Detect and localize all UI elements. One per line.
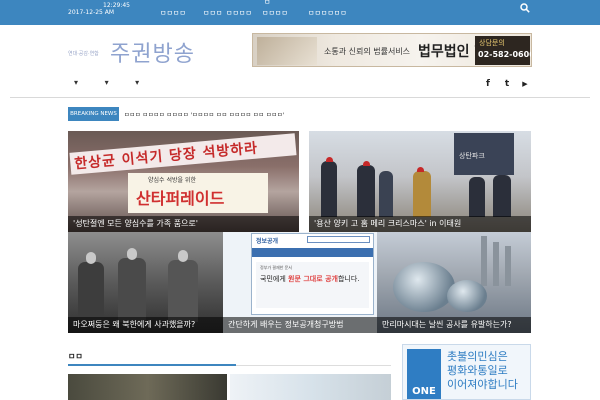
site-search-box	[307, 236, 370, 243]
ad-consult-label: 상담문의	[479, 39, 505, 47]
screenshot-window: 정보공개 정부가 결재한 문서 국민에게 원문 그대로 공개합니다.	[251, 233, 374, 315]
top-nav-item-5[interactable]: ㅁ	[264, 0, 270, 7]
one-badge: ONE	[407, 385, 441, 399]
news-tile-caption[interactable]: '용산 양키 고 홈 메리 크리스마스' in 이태원	[309, 216, 531, 232]
historic-figure	[168, 260, 198, 322]
site-menu-bar	[252, 248, 373, 257]
slogan-line-2: 평화와통일로	[447, 364, 508, 377]
store-sign: 상탄파크	[459, 152, 485, 160]
info-pane: 정부가 결재한 문서 국민에게 원문 그대로 공개합니다.	[256, 262, 369, 308]
news-tile-caption[interactable]: 마오쩌둥은 왜 북한에게 사과했을까?	[68, 317, 223, 333]
facebook-icon[interactable]: f	[483, 79, 493, 89]
news-tile-caption[interactable]: 간단하게 배우는 정보공개청구방법	[223, 317, 377, 333]
ad-contact-box: 상담문의 02-582-0606	[475, 36, 532, 65]
news-tile-caption[interactable]: 만리마시대는 날씬 공사를 유발하는가?	[377, 317, 531, 333]
site-name: 정보공개	[256, 238, 279, 245]
santa-hat	[363, 161, 370, 166]
pane-headline: 국민에게 원문 그대로 공개합니다.	[260, 275, 360, 283]
search-icon[interactable]	[520, 3, 530, 13]
main-nav: ▾ ▾ ▾	[74, 78, 151, 87]
twitter-icon[interactable]: t	[502, 79, 512, 89]
news-tile-3[interactable]: 마오쩌둥은 왜 북한에게 사과했을까?	[68, 232, 223, 333]
tower-building	[493, 242, 499, 286]
section-underline	[68, 364, 236, 366]
top-nav-item-3[interactable]: ㅁㅁㅁㅁ	[226, 9, 252, 18]
news-tile-caption[interactable]: '성탄절엔 모든 양심수를 가족 품으로'	[68, 216, 299, 232]
protester-figure	[379, 171, 393, 217]
historic-figure	[118, 258, 146, 322]
protester-figure	[413, 171, 431, 217]
face	[127, 248, 137, 260]
slogan-line-3: 이어져야합니다	[447, 378, 518, 391]
slogan-line-1: 촛불의민심은	[447, 350, 508, 363]
top-nav-item-1[interactable]: ㅁㅁㅁㅁ	[160, 9, 186, 18]
protester-figure	[321, 161, 337, 217]
header-divider	[10, 97, 590, 98]
clock-date: 2017-12-25 AM	[68, 9, 115, 16]
nav-dropdown-1[interactable]: ▾	[74, 78, 90, 87]
protest-banner: 한상균 이석기 당장 석방하라	[69, 133, 297, 175]
section-divider	[236, 365, 391, 366]
news-tile-1[interactable]: 한상균 이석기 당장 석방하라 양심수 석방을 위한 산타퍼레이드 '성탄절엔 …	[68, 131, 299, 232]
nav-dropdown-2[interactable]: ▾	[105, 78, 121, 87]
top-nav-item-2[interactable]: ㅁㅁㅁ	[203, 9, 222, 18]
section-title: ㅁㅁ	[68, 352, 83, 361]
protester-figure	[469, 177, 485, 217]
dome-building	[447, 280, 487, 312]
nav-dropdown-3[interactable]: ▾	[135, 78, 151, 87]
ad-image	[257, 37, 317, 65]
clock: 12:29:45 2017-12-25 AM	[68, 2, 130, 16]
article-thumbnail-1[interactable]	[68, 374, 227, 400]
top-nav-item-6[interactable]: ㅁㅁㅁㅁㅁㅁ	[308, 9, 347, 18]
youtube-icon[interactable]: ▶	[520, 79, 530, 89]
ad-tagline: 소통과 신뢰의 법률서비스	[324, 47, 411, 56]
tower-building	[481, 236, 487, 286]
breaking-news-text[interactable]: ㅁㅁㅁ ㅁㅁㅁㅁ ㅁㅁㅁㅁ 'ㅁㅁㅁㅁ ㅁㅁ ㅁㅁㅁㅁ ㅁㅁ ㅁㅁㅁ'	[124, 110, 284, 119]
pane-subtitle: 정부가 결재한 문서	[260, 265, 292, 270]
face	[86, 252, 96, 264]
clock-time: 12:29:45	[103, 2, 130, 9]
protester-figure	[357, 165, 375, 217]
logo-title: 주권방송	[110, 42, 195, 67]
parade-banner-main: 산타퍼레이드	[136, 189, 225, 208]
news-tile-2[interactable]: 상탄파크 '용산 양키 고 홈 메리 크리스마스' in 이태원	[309, 131, 531, 232]
top-bar: 12:29:45 2017-12-25 AM ㅁㅁㅁㅁ ㅁㅁㅁ ㅁㅁㅁㅁ ㅁㅁㅁ…	[0, 0, 600, 25]
tower-building	[505, 246, 511, 286]
top-nav-item-4[interactable]: ㅁㅁㅁㅁ	[262, 9, 288, 18]
logo-tagline: 연대·공감·연합	[68, 51, 99, 57]
law-firm-ad-banner[interactable]: 소통과 신뢰의 법률서비스 법무법인 향 법 상담문의 02-582-0606	[252, 33, 532, 67]
protest-banner-text: 한상균 이석기 당장 석방하라	[73, 140, 259, 173]
santa-hat	[417, 167, 424, 172]
breaking-news-label: BREAKING NEWS	[68, 107, 119, 121]
banner-slogan: 촛불의민심은 평화와통일로 이어져야합니다	[447, 350, 518, 392]
peace-unification-banner[interactable]: ONE 촛불의민심은 평화와통일로 이어져야합니다	[402, 344, 531, 400]
ad-phone: 02-582-0606	[478, 50, 532, 59]
parade-banner: 양심수 석방을 위한 산타퍼레이드	[128, 173, 268, 213]
historic-figure	[78, 262, 104, 322]
face	[178, 250, 188, 262]
news-tile-5[interactable]: 만리마시대는 날씬 공사를 유발하는가?	[377, 232, 531, 333]
article-thumbnail-2[interactable]	[230, 374, 391, 400]
santa-hat	[326, 157, 333, 162]
dome-building	[393, 262, 455, 312]
parade-banner-sub: 양심수 석방을 위한	[148, 177, 196, 184]
storefront: 상탄파크	[454, 133, 514, 175]
news-tile-4[interactable]: 정보공개 정부가 결재한 문서 국민에게 원문 그대로 공개합니다. 간단하게 …	[223, 232, 377, 333]
protester-figure	[493, 175, 511, 217]
